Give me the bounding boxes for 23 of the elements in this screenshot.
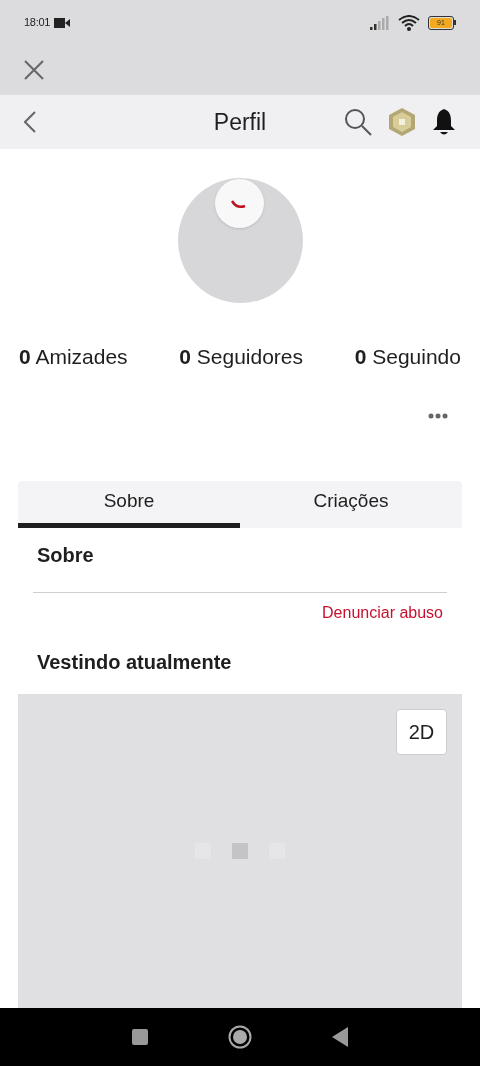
loading-spinner [214, 179, 264, 228]
page-title: Perfil [213, 107, 267, 137]
status-time: 18:01 [24, 15, 51, 31]
back-triangle-icon[interactable] [332, 1027, 348, 1047]
tab[interactable]: Criações [240, 480, 462, 528]
tab[interactable]: Sobre [18, 480, 240, 528]
report-abuse-link[interactable]: Denunciar abuso [322, 600, 443, 625]
close-icon[interactable] [24, 60, 44, 80]
loading-dots-icon [195, 841, 285, 860]
about-heading: Sobre [37, 542, 95, 568]
wifi-icon [398, 14, 420, 31]
stat-link[interactable]: 0 Seguidores [179, 341, 304, 373]
view-toggle-button[interactable]: 2D [396, 708, 447, 755]
video-camera-icon [54, 17, 71, 28]
more-icon[interactable] [428, 412, 448, 419]
signal-icon [370, 15, 390, 30]
bell-icon[interactable] [432, 108, 456, 136]
stat-link[interactable]: 0 Seguindo [354, 341, 461, 373]
home-icon[interactable] [228, 1025, 252, 1049]
back-icon[interactable] [24, 111, 36, 133]
stat-link[interactable]: 0 Amizades [19, 341, 128, 373]
wearing-heading: Vestindo atualmente [37, 649, 233, 675]
search-icon[interactable] [344, 108, 372, 136]
